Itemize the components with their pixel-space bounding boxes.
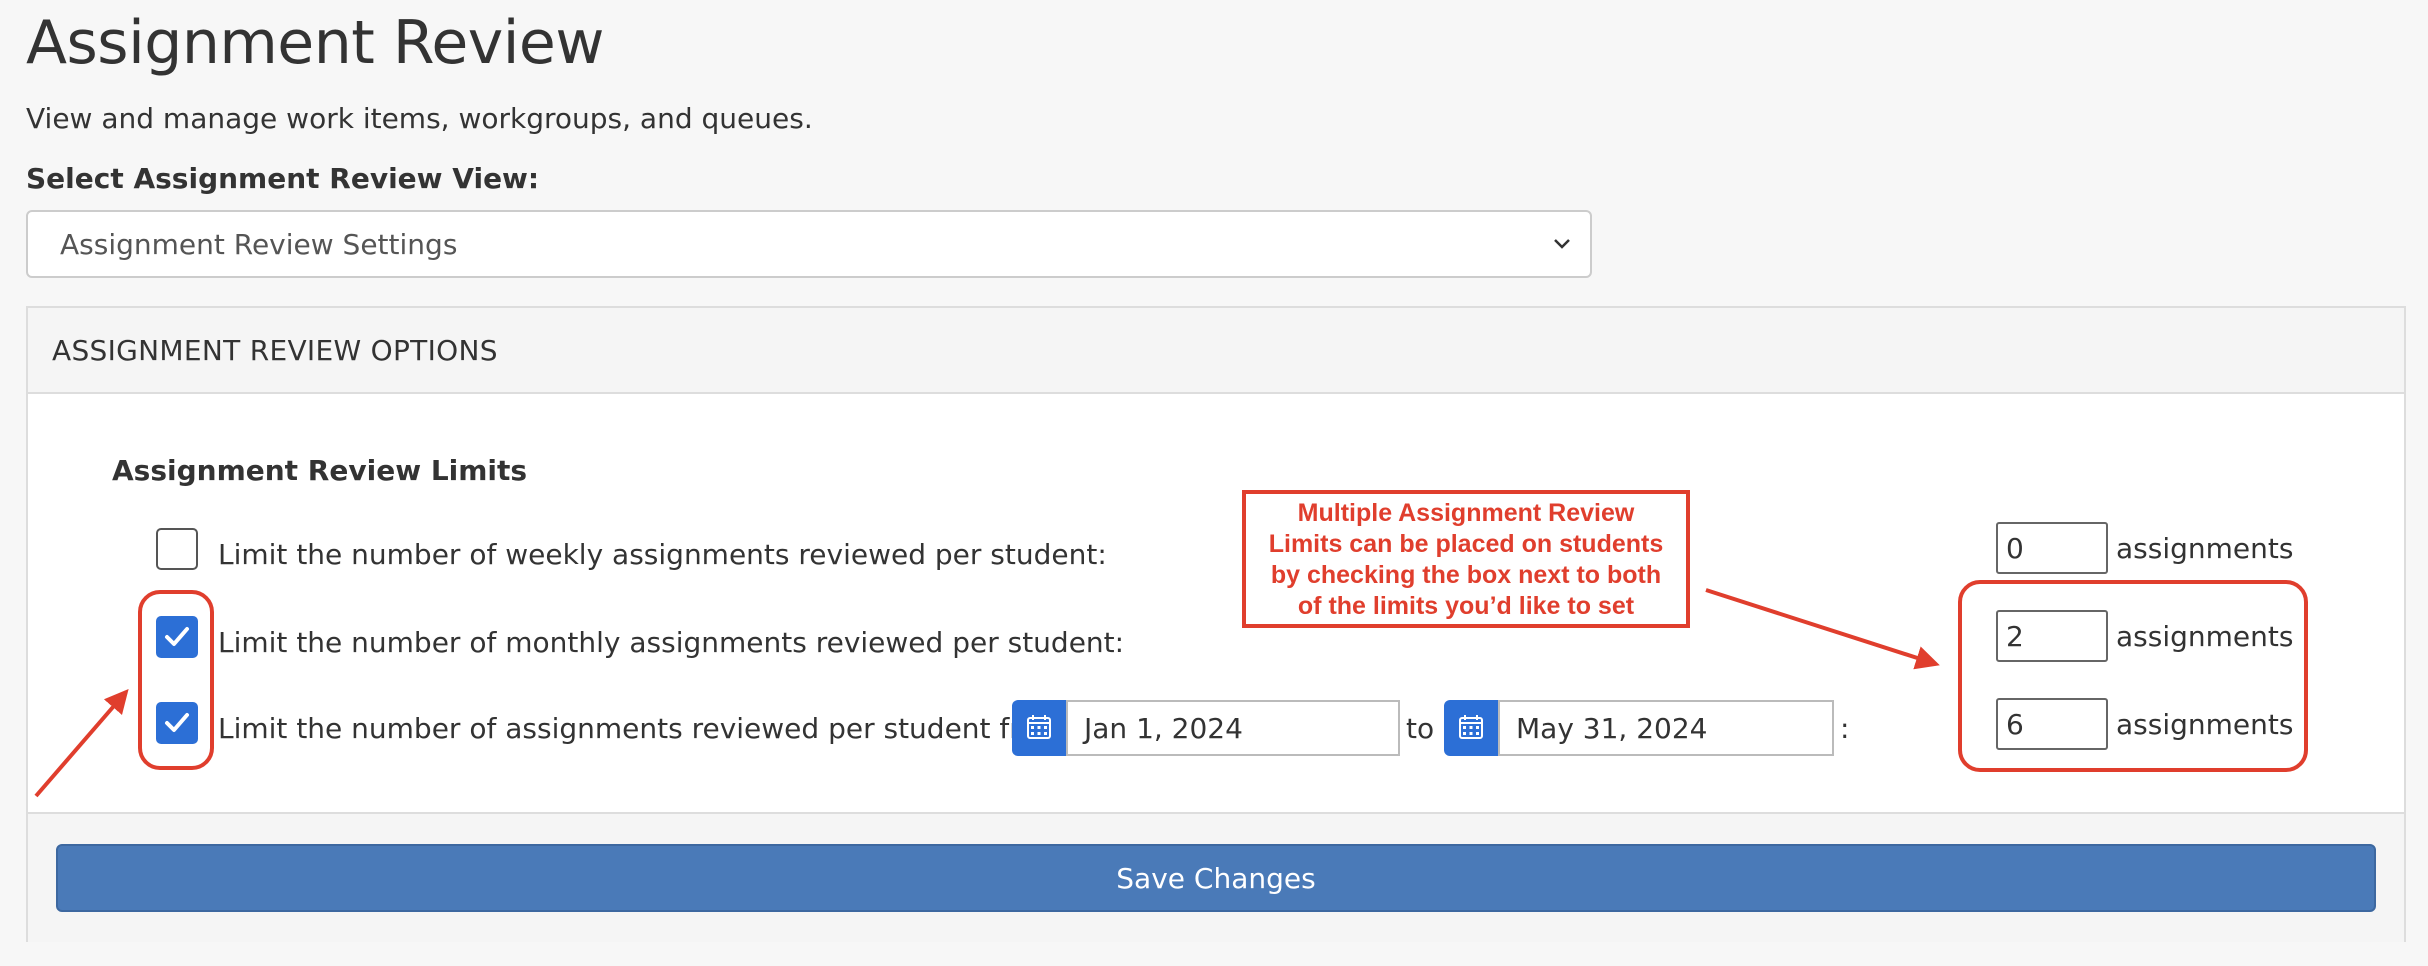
inputs-highlight bbox=[1958, 580, 2308, 772]
end-date-picker[interactable]: May 31, 2024 bbox=[1444, 700, 1834, 756]
weekly-limit-checkbox[interactable] bbox=[156, 528, 198, 570]
page-subtitle: View and manage work items, workgroups, … bbox=[26, 102, 813, 135]
calendar-button[interactable] bbox=[1012, 700, 1066, 756]
panel-title: ASSIGNMENT REVIEW OPTIONS bbox=[52, 334, 498, 367]
monthly-limit-label: Limit the number of monthly assignments … bbox=[218, 626, 1125, 659]
calendar-button[interactable] bbox=[1444, 700, 1498, 756]
panel-header: ASSIGNMENT REVIEW OPTIONS bbox=[28, 308, 2404, 394]
panel-footer: Save Changes bbox=[28, 812, 2404, 942]
chevron-down-icon bbox=[1554, 239, 1570, 249]
view-select-label: Select Assignment Review View: bbox=[26, 162, 540, 195]
start-date-input[interactable]: Jan 1, 2024 bbox=[1066, 700, 1400, 756]
checkbox-highlight bbox=[138, 590, 214, 770]
annotation-line: by checking the box next to both bbox=[1270, 561, 1662, 589]
weekly-limit-unit: assignments bbox=[2116, 532, 2294, 565]
annotation-line: Multiple Assignment Review bbox=[1297, 499, 1635, 527]
section-heading: Assignment Review Limits bbox=[112, 454, 528, 487]
annotation-line: Limits can be placed on students bbox=[1268, 530, 1664, 558]
weekly-limit-label: Limit the number of weekly assignments r… bbox=[218, 538, 1107, 571]
annotation-line: of the limits you’d like to set bbox=[1297, 592, 1635, 620]
date-range-colon: : bbox=[1840, 712, 1850, 745]
start-date-picker[interactable]: Jan 1, 2024 bbox=[1012, 700, 1400, 756]
annotation-callout: Multiple Assignment Review Limits can be… bbox=[1242, 490, 1690, 628]
date-range-limit-label: Limit the number of assignments reviewed… bbox=[218, 712, 1065, 745]
view-select-value: Assignment Review Settings bbox=[60, 228, 458, 261]
page-title: Assignment Review bbox=[26, 8, 604, 78]
view-select[interactable]: Assignment Review Settings bbox=[26, 210, 1592, 278]
date-range-to-text: to bbox=[1406, 712, 1435, 745]
calendar-icon bbox=[1459, 715, 1483, 739]
calendar-icon bbox=[1027, 715, 1051, 739]
weekly-limit-input[interactable]: 0 bbox=[1996, 522, 2108, 574]
save-changes-button[interactable]: Save Changes bbox=[56, 844, 2376, 912]
end-date-input[interactable]: May 31, 2024 bbox=[1498, 700, 1834, 756]
